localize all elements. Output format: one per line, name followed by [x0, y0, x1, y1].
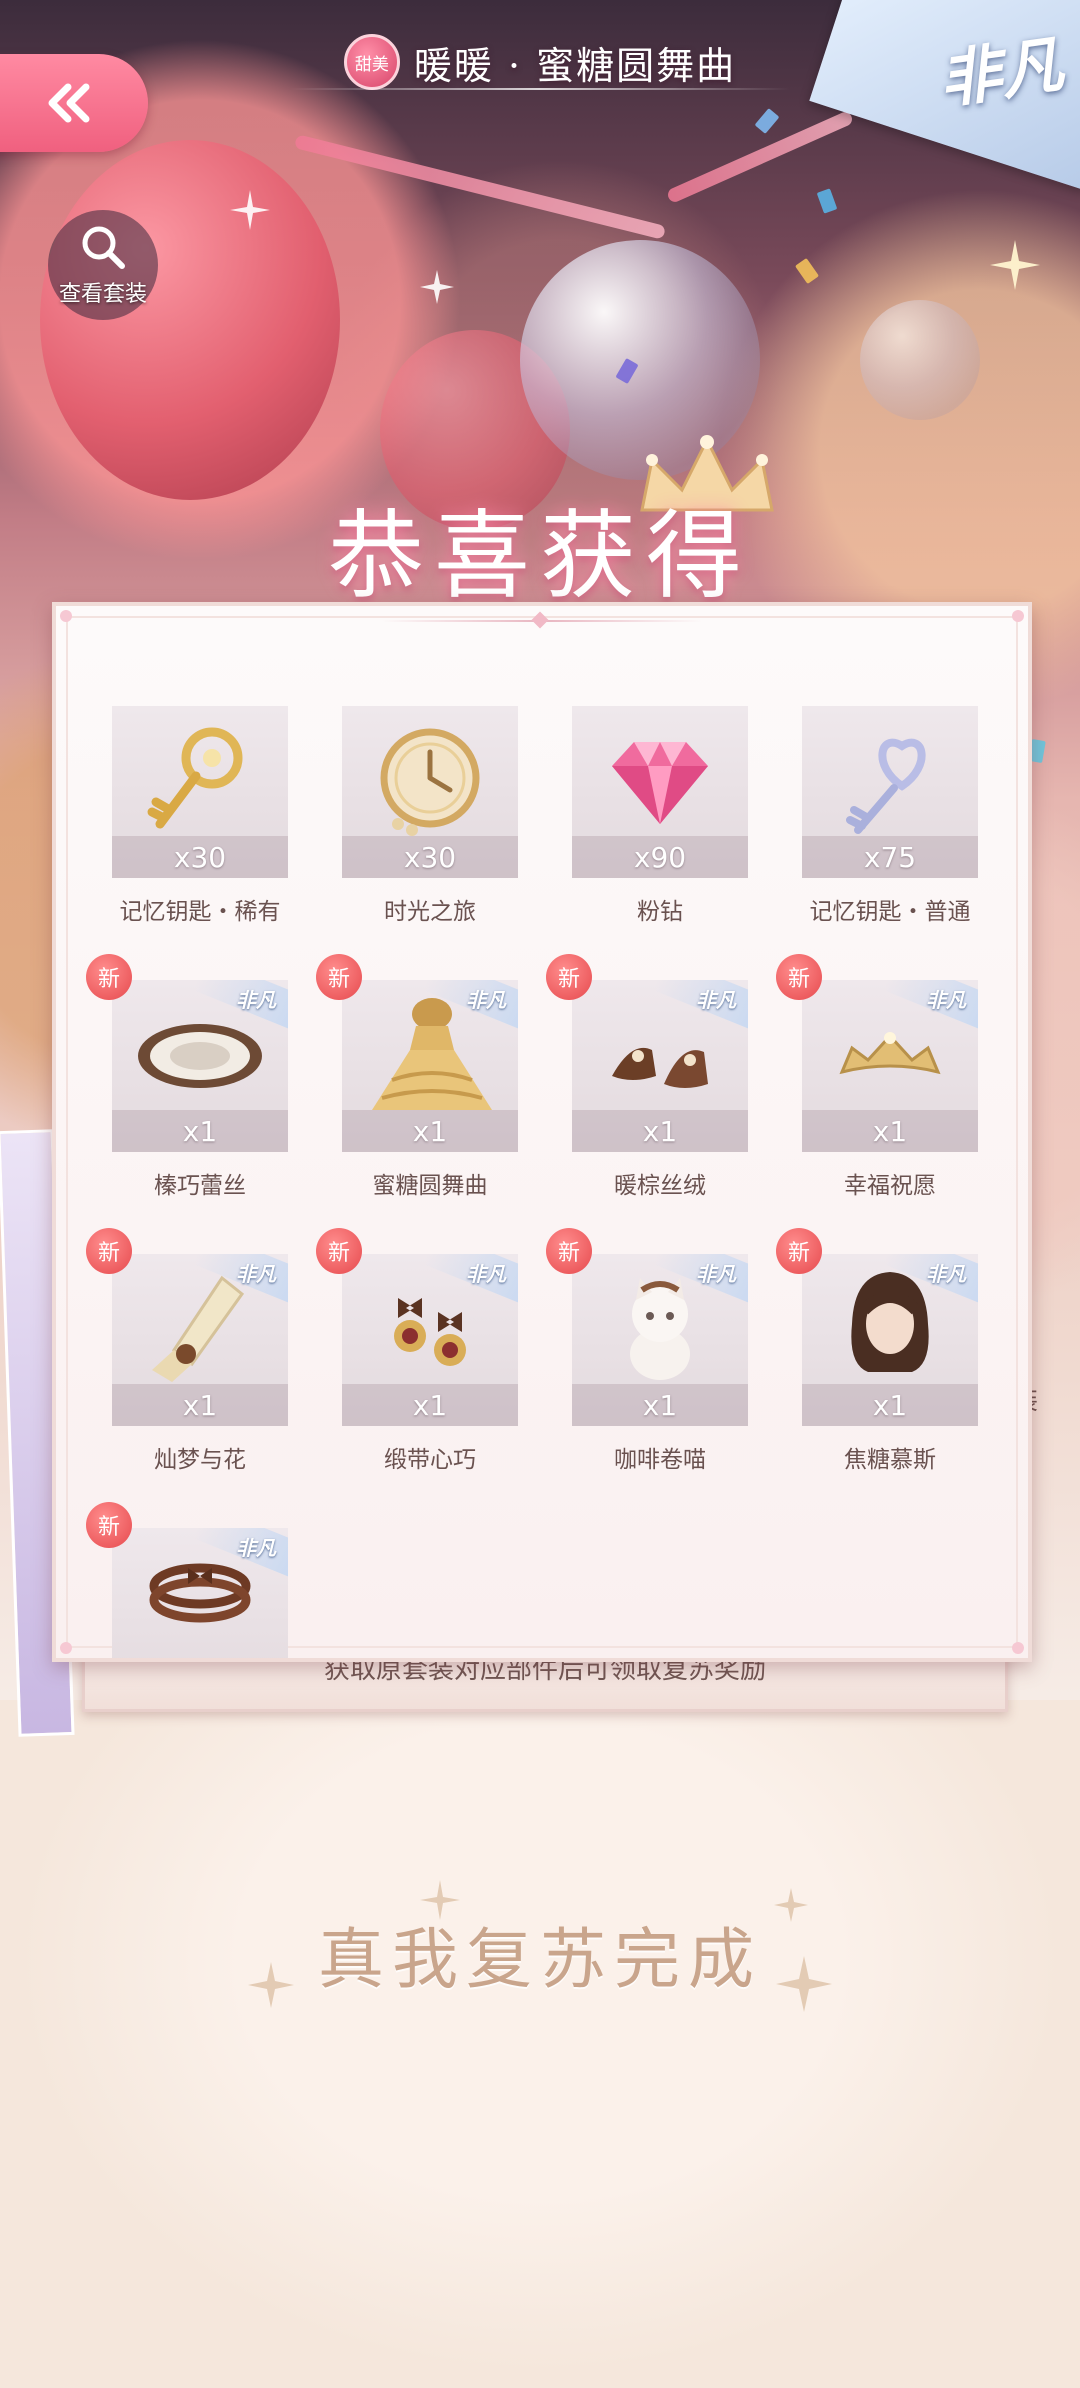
congrats-title: 恭喜获得: [328, 500, 752, 612]
reward-quantity: x1: [342, 1110, 518, 1152]
reward-name: 榛巧蕾丝: [154, 1173, 246, 1199]
reward-tile[interactable]: 非凡 x1: [572, 1254, 748, 1426]
bracelet-icon: [149, 1563, 251, 1623]
reward-tile[interactable]: 非凡 x1: [342, 980, 518, 1152]
corner-flower-icon: [1012, 610, 1024, 622]
reward-quantity: x1: [572, 1110, 748, 1152]
reward-quantity: x1: [342, 1384, 518, 1426]
view-set-label: 查看套装: [58, 282, 147, 307]
reward-quantity: [112, 1658, 288, 1662]
panel-ornament-gem: [531, 611, 549, 629]
reward-tile[interactable]: 非凡 x1: [572, 980, 748, 1152]
reward-name: 咖啡卷喵: [614, 1447, 706, 1473]
reward-quantity: x90: [572, 836, 748, 878]
confetti: [794, 257, 820, 285]
reward-quantity: x75: [802, 836, 978, 878]
reward-tile[interactable]: x90: [572, 706, 748, 878]
reward-name: 缎带心巧: [384, 1447, 476, 1473]
reward-tile[interactable]: 非凡: [112, 1528, 288, 1662]
reward-panel: x30 记忆钥匙・稀有 x30 时光之旅 x90 粉钻 x75 记忆钥匙・普通 …: [52, 602, 1032, 1662]
new-badge: 新: [86, 954, 132, 1000]
new-badge: 新: [776, 954, 822, 1000]
sparkle-icon: [990, 240, 1040, 290]
reward-name: 时光之旅: [384, 899, 476, 925]
reward-item[interactable]: x30 记忆钥匙・稀有: [112, 706, 288, 926]
reward-item[interactable]: x90 粉钻: [572, 706, 748, 926]
new-badge: 新: [86, 1228, 132, 1274]
reward-item[interactable]: 新 非凡 x1 幸福祝愿: [776, 954, 978, 1200]
corner-flower-icon: [60, 1642, 72, 1654]
reward-item[interactable]: 新 非凡 x1 榛巧蕾丝: [86, 954, 288, 1200]
reward-quantity: x1: [572, 1384, 748, 1426]
reward-tile[interactable]: x30: [112, 706, 288, 878]
reward-quantity: x1: [112, 1384, 288, 1426]
completion-title: 真我复苏完成: [318, 1921, 762, 1998]
corner-rarity-tag: 非凡: [934, 27, 1068, 118]
sparkle-icon: [230, 190, 270, 230]
reward-tile[interactable]: 非凡 x1: [342, 1254, 518, 1426]
reward-tile[interactable]: 非凡 x1: [112, 1254, 288, 1426]
reward-name: 蜜糖圆舞曲: [372, 1173, 488, 1199]
reward-name: 记忆钥匙・稀有: [119, 899, 281, 925]
reward-item[interactable]: 新 非凡 x1 缎带心巧: [316, 1228, 518, 1474]
page-title: 暖暖 · 蜜糖圆舞曲: [413, 43, 737, 88]
confetti: [816, 188, 838, 214]
reward-item[interactable]: 新 非凡 x1 焦糖慕斯: [776, 1228, 978, 1474]
new-badge: 新: [316, 1228, 362, 1274]
reward-name: 幸福祝愿: [844, 1173, 936, 1199]
reward-tile[interactable]: 非凡 x1: [802, 980, 978, 1152]
style-badge: 甜美: [343, 34, 400, 90]
reward-tile[interactable]: x75: [802, 706, 978, 878]
sparkle-icon: [420, 270, 454, 304]
reward-item[interactable]: 新 非凡 x1 咖啡卷喵: [546, 1228, 748, 1474]
reward-item[interactable]: 新 非凡: [86, 1502, 288, 1662]
reward-item[interactable]: 新 非凡 x1 蜜糖圆舞曲: [316, 954, 518, 1200]
reward-item[interactable]: x30 时光之旅: [342, 706, 518, 926]
reward-name: 暖棕丝绒: [614, 1173, 706, 1199]
reward-item[interactable]: 新 非凡 x1 暖棕丝绒: [546, 954, 748, 1200]
title-underline: [290, 88, 790, 90]
reward-name: 粉钻: [637, 899, 683, 925]
reward-quantity: x30: [112, 836, 288, 878]
reward-item[interactable]: x75 记忆钥匙・普通: [802, 706, 978, 926]
reward-tile[interactable]: x30: [342, 706, 518, 878]
view-set-button[interactable]: 查看套装: [48, 210, 158, 320]
reward-tile[interactable]: 非凡 x1: [802, 1254, 978, 1426]
new-badge: 新: [316, 954, 362, 1000]
reward-name: 灿梦与花: [154, 1447, 246, 1473]
new-badge: 新: [546, 1228, 592, 1274]
search-icon: [82, 226, 125, 269]
reward-quantity: x30: [342, 836, 518, 878]
reward-item[interactable]: 新 非凡 x1 灿梦与花: [86, 1228, 288, 1474]
reward-quantity: x1: [112, 1110, 288, 1152]
reward-name: 记忆钥匙・普通: [809, 899, 971, 925]
balloon-decoration: [40, 140, 340, 500]
reward-quantity: x1: [802, 1110, 978, 1152]
new-badge: 新: [776, 1228, 822, 1274]
completion-background: [0, 1700, 1080, 2388]
confetti: [754, 108, 780, 134]
reward-tile[interactable]: 非凡 x1: [112, 980, 288, 1152]
reward-quantity: x1: [802, 1384, 978, 1426]
new-badge: 新: [546, 954, 592, 1000]
new-badge: 新: [86, 1502, 132, 1548]
corner-flower-icon: [1012, 1642, 1024, 1654]
bubble-decoration: [860, 300, 980, 420]
ribbon-decoration: [293, 134, 667, 240]
corner-flower-icon: [60, 610, 72, 622]
reward-name: 焦糖慕斯: [844, 1447, 936, 1473]
